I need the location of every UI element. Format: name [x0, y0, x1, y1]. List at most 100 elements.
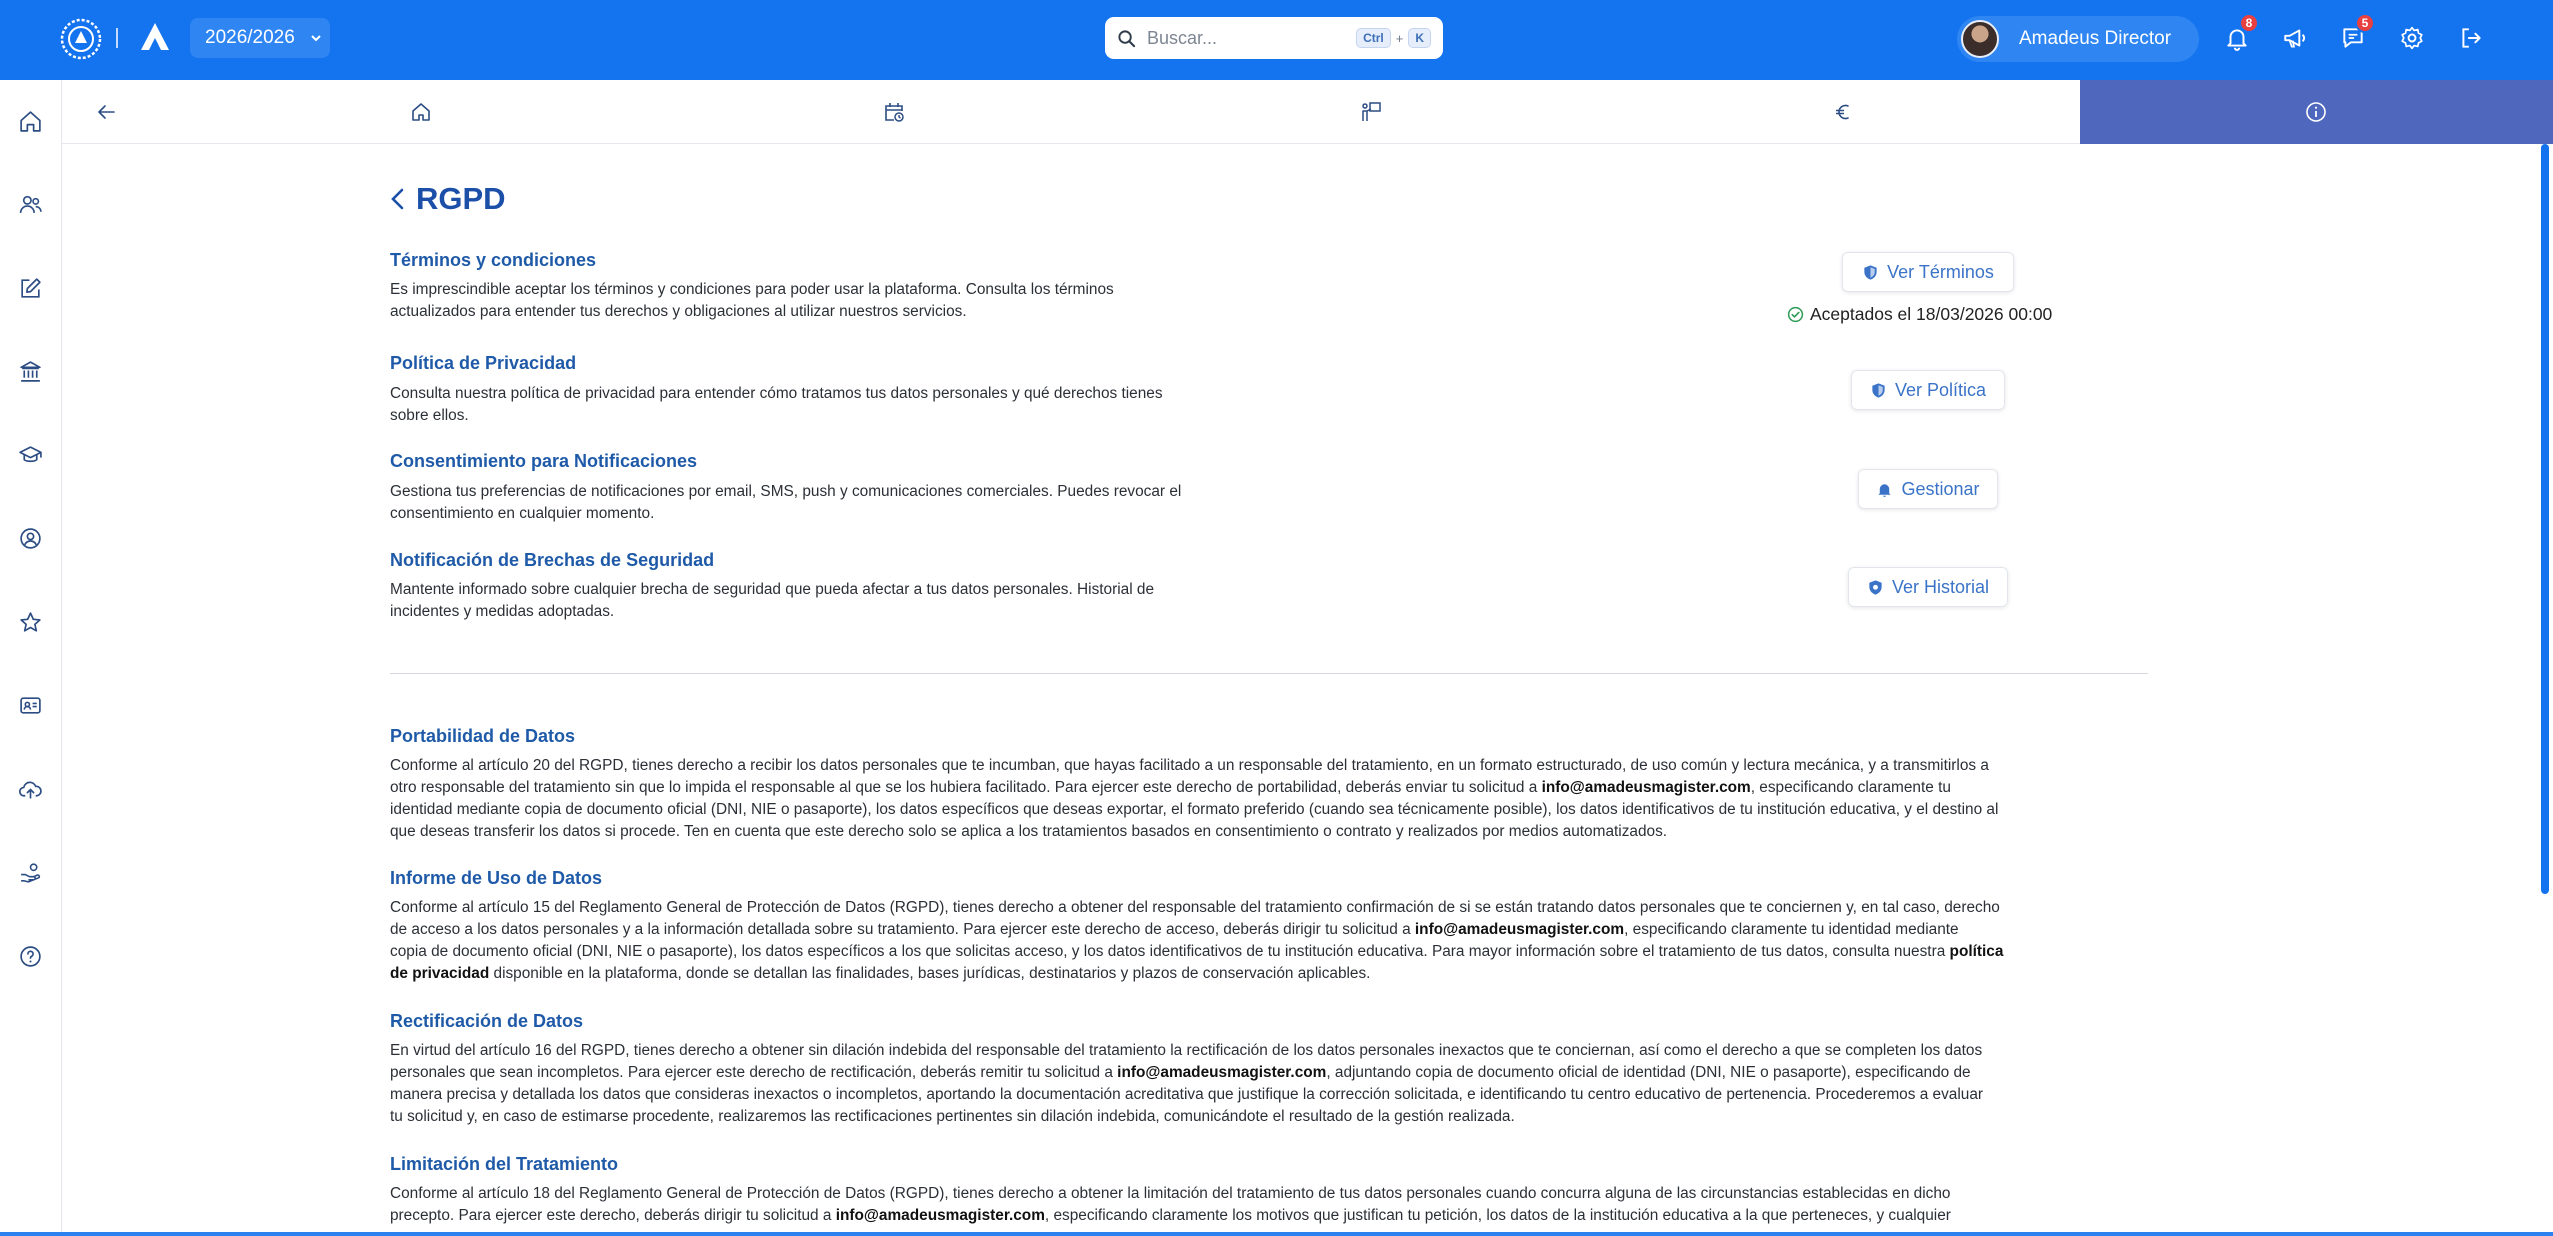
settings-button[interactable] — [2396, 22, 2428, 54]
breach-line: Mantente informado sobre cualquier brech… — [390, 581, 1155, 598]
arrow-left-icon — [98, 105, 115, 119]
vertical-scrollbar[interactable] — [2541, 144, 2549, 894]
euro-icon — [1836, 104, 1849, 120]
terms-accepted-status: Aceptados el 18/03/2026 00:00 — [1787, 304, 2052, 325]
limitation-line-text: precepto. Para ejercer este derecho, deb… — [390, 1207, 836, 1224]
info-tab-button — [2302, 98, 2330, 126]
calendar-clock-icon — [885, 103, 904, 122]
star-icon — [19, 611, 41, 632]
limitation-text: Conforme al artículo 18 del Reglamento G… — [390, 1183, 1951, 1227]
notifications-button[interactable]: 8 — [2221, 13, 2259, 54]
limitation-line: Conforme al artículo 18 del Reglamento G… — [390, 1185, 1951, 1202]
avatar — [1961, 20, 1999, 58]
portability-line-text: otro responsable del tratamiento sin que… — [390, 779, 1542, 796]
search-icon — [1118, 29, 1136, 47]
sidebar-item-profile[interactable] — [15, 523, 45, 553]
sidebar-item-academic[interactable] — [15, 440, 45, 470]
sidebar-item-edit[interactable] — [15, 273, 45, 303]
amadeus-logo[interactable] — [138, 20, 172, 54]
users-icon — [19, 195, 42, 213]
back-button[interactable] — [92, 98, 120, 126]
view-policy-button[interactable]: Ver Política — [1851, 370, 2005, 410]
notifications-consent-line: Gestiona tus preferencias de notificacio… — [390, 483, 1182, 500]
manage-notifications-button[interactable]: Gestionar — [1858, 469, 1998, 509]
notifications-consent-title: Consentimiento para Notificaciones — [390, 451, 698, 471]
user-menu[interactable]: Amadeus Director — [1957, 16, 2199, 62]
shortcut-k-key: K — [1408, 28, 1431, 48]
tab-home[interactable] — [407, 98, 435, 126]
contact-email: info@amadeusmagister.com — [1541, 779, 1751, 796]
privacy-title: Política de Privacidad — [390, 353, 577, 373]
privacy-policy-link[interactable]: de privacidad — [390, 965, 489, 982]
privacy-line: Consulta nuestra política de privacidad … — [390, 385, 1163, 402]
info-icon — [2306, 102, 2326, 122]
view-terms-label: Ver Términos — [1887, 261, 1994, 282]
home-icon — [412, 103, 430, 121]
privacy-policy-link[interactable]: política — [1950, 943, 2004, 960]
academic-year-value: 2026/2026 — [205, 27, 295, 48]
terms-title: Términos y condiciones — [390, 250, 597, 270]
shield-icon — [1872, 382, 1885, 398]
search-input[interactable]: Buscar... — [1147, 28, 1356, 49]
presentation-icon — [1362, 102, 1381, 121]
tab-calendar[interactable] — [880, 98, 908, 126]
user-circle-icon — [19, 527, 41, 549]
shortcut-plus: + — [1395, 30, 1404, 46]
sidebar-item-home[interactable] — [15, 106, 45, 136]
portability-line: otro responsable del tratamiento sin que… — [390, 777, 1998, 799]
view-terms-button[interactable]: Ver Términos — [1842, 252, 2014, 292]
sidebar-item-upload[interactable] — [15, 774, 45, 804]
breach-description: Mantente informado sobre cualquier brech… — [390, 579, 1154, 623]
shortcut-ctrl-key: Ctrl — [1356, 28, 1391, 48]
page-title[interactable]: RGPD — [388, 181, 506, 217]
limitation-line: precepto. Para ejercer este derecho, deb… — [390, 1205, 1951, 1227]
messages-button[interactable]: 5 — [2337, 13, 2375, 54]
gear-icon — [2401, 26, 2423, 50]
view-history-label: Ver Historial — [1891, 576, 1990, 597]
cloud-upload-icon — [18, 781, 42, 799]
sidebar-item-help[interactable] — [15, 941, 45, 971]
help-icon — [19, 945, 41, 967]
portability-line: que deseas transferir los datos si proce… — [390, 823, 1668, 840]
edit-icon — [20, 277, 41, 298]
view-history-button[interactable]: Ver Historial — [1848, 567, 2008, 607]
announcements-button[interactable] — [2279, 22, 2311, 54]
rectification-text: En virtud del artículo 16 del RGPD, tien… — [390, 1040, 1983, 1128]
academic-year-select[interactable]: 2026/2026 — [190, 18, 330, 58]
contact-email: info@amadeusmagister.com — [1117, 1064, 1327, 1081]
tab-payments[interactable] — [1829, 98, 1857, 126]
breach-line: incidentes y medidas adoptadas. — [390, 603, 615, 620]
chevron-down-icon — [311, 35, 321, 42]
data-usage-line: de privacidad disponible en la plataform… — [390, 963, 2003, 985]
rectification-line-text: personales que sean incompletos. Para ej… — [390, 1064, 1118, 1081]
check-circle-icon — [1787, 306, 1804, 323]
sidebar-item-users[interactable] — [15, 189, 45, 219]
tab-teaching[interactable] — [1357, 98, 1385, 126]
sidebar-item-id-card[interactable] — [15, 690, 45, 720]
rectification-line: manera precisa y detallada los datos que… — [390, 1086, 1984, 1103]
notifications-consent-description: Gestiona tus preferencias de notificacio… — [390, 481, 1181, 525]
logout-button[interactable] — [2455, 22, 2487, 54]
data-usage-line-text: disponible en la plataforma, donde se de… — [489, 965, 1371, 982]
section-divider — [390, 673, 2148, 674]
privacy-line: sobre ellos. — [390, 407, 469, 424]
bottom-edge — [0, 1232, 2553, 1236]
sidebar-item-institution[interactable] — [15, 356, 45, 386]
institution-seal-logo[interactable] — [56, 16, 106, 62]
terms-line: Es imprescindible aceptar los términos y… — [390, 281, 1114, 298]
contact-email: info@amadeusmagister.com — [835, 1207, 1045, 1224]
sidebar-item-finance[interactable] — [15, 857, 45, 887]
search-box[interactable]: Buscar... Ctrl + K — [1105, 17, 1443, 59]
portability-line-text: , especificando claramente tu — [1750, 779, 1951, 796]
rectification-line: En virtud del artículo 16 del RGPD, tien… — [390, 1042, 1983, 1059]
limitation-title: Limitación del Tratamiento — [390, 1154, 619, 1174]
privacy-description: Consulta nuestra política de privacidad … — [390, 383, 1163, 427]
top-bar: 2026/2026 Buscar... Ctrl + K Amadeus Dir… — [0, 0, 2553, 80]
rectification-title: Rectificación de Datos — [390, 1011, 584, 1031]
sidebar-item-favorites[interactable] — [15, 607, 45, 637]
terms-accepted-text: Aceptados el 18/03/2026 00:00 — [1810, 304, 2053, 324]
portability-title: Portabilidad de Datos — [390, 726, 576, 746]
logo-separator — [116, 28, 118, 48]
data-usage-line: de acceso a los datos personales y a la … — [390, 919, 2003, 941]
tab-info-active[interactable] — [2080, 80, 2553, 144]
